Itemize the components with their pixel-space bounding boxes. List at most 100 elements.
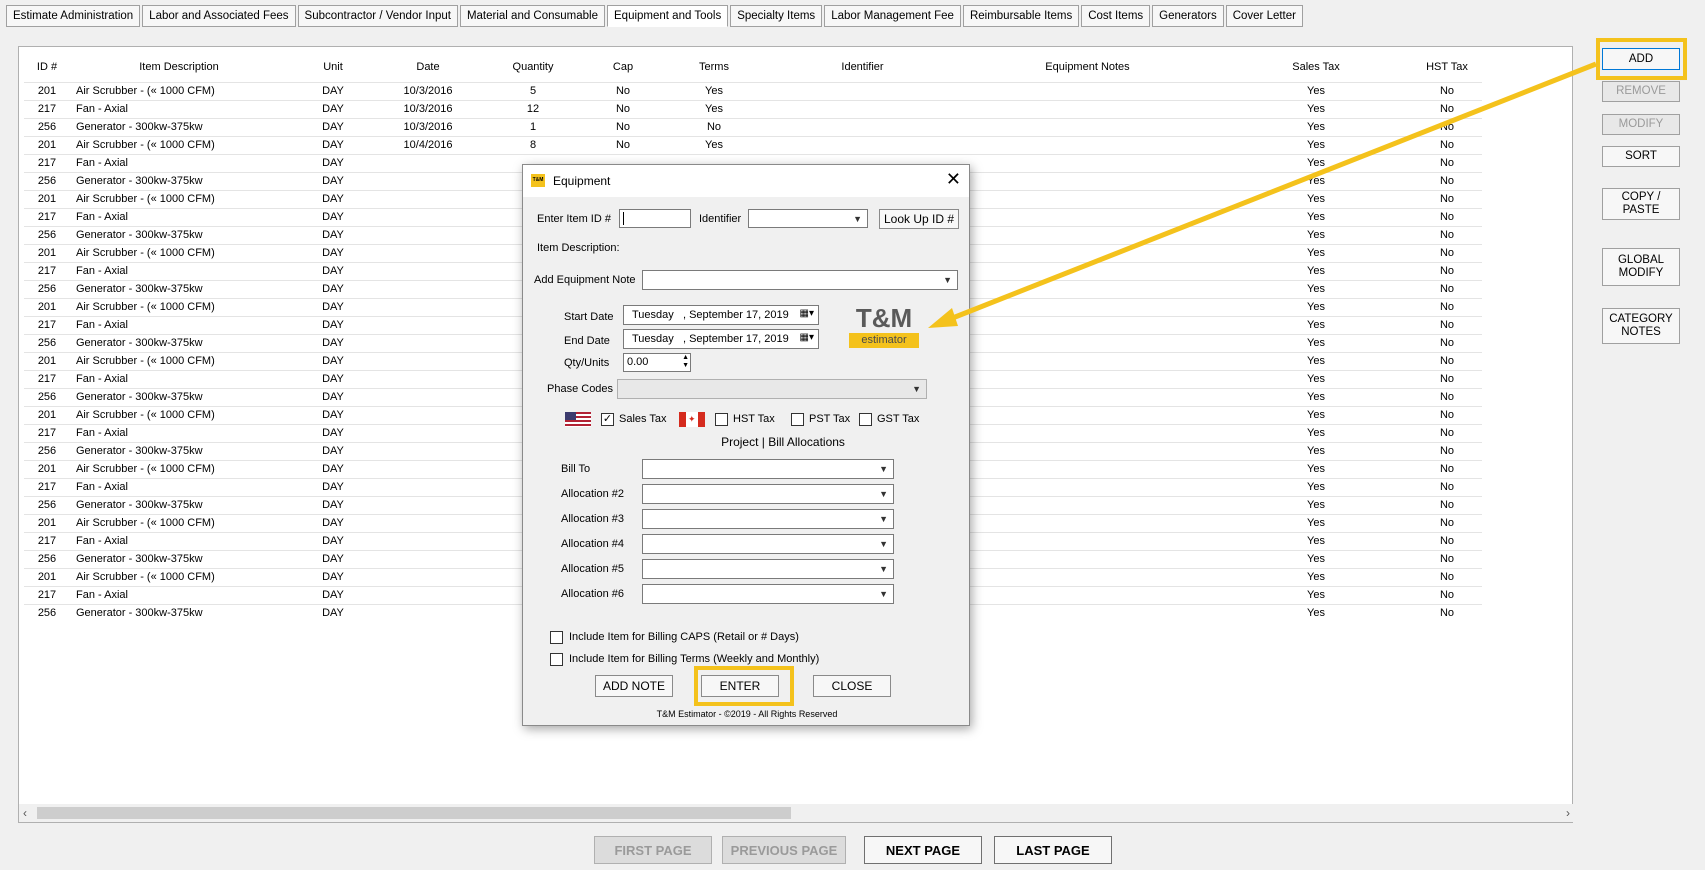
tab-specialty-items[interactable]: Specialty Items [730, 5, 823, 27]
look-up-button[interactable]: Look Up ID # [879, 209, 959, 229]
tab-material-and-consumable[interactable]: Material and Consumable [459, 5, 605, 27]
tab-subcontractor-vendor-input[interactable]: Subcontractor / Vendor Input [297, 5, 458, 27]
table-cell: Fan - Axial [70, 315, 288, 334]
remove-button[interactable]: REMOVE [1602, 81, 1680, 102]
table-cell: Yes [1220, 117, 1412, 136]
close-icon[interactable]: ✕ [946, 169, 961, 189]
table-cell: Generator - 300kw-375kw [70, 549, 288, 568]
table-cell: 217 [24, 585, 70, 604]
column-header[interactable]: Item Description [70, 52, 288, 82]
sales-tax-checkbox[interactable]: ✓ [601, 413, 614, 426]
add-note-button[interactable]: ADD NOTE [595, 675, 673, 697]
pst-tax-checkbox[interactable] [791, 413, 804, 426]
table-cell: 201 [24, 135, 70, 154]
table-cell [955, 315, 1220, 334]
allocation-label: Allocation #4 [561, 538, 624, 550]
column-header[interactable]: Unit [288, 52, 378, 82]
table-cell: 201 [24, 513, 70, 532]
table-row[interactable]: 201 Air Scrubber - (« 1000 CFM) DAY 10/4/20… [24, 135, 1482, 154]
table-cell: 201 [24, 81, 70, 100]
copy-paste-button[interactable]: COPY / PASTE [1602, 188, 1680, 220]
add-button[interactable]: ADD [1602, 48, 1680, 70]
next-page-button[interactable]: NEXT PAGE [864, 836, 982, 864]
column-header[interactable]: ID # [24, 52, 70, 82]
identifier-select[interactable]: ▼ [748, 209, 868, 228]
table-cell: No [588, 117, 658, 136]
horizontal-scrollbar[interactable]: ‹ › [19, 804, 1574, 822]
table-cell: Air Scrubber - (« 1000 CFM) [70, 513, 288, 532]
table-cell: DAY [288, 351, 378, 370]
scroll-right-icon[interactable]: › [1566, 806, 1570, 820]
table-cell [955, 171, 1220, 190]
close-button[interactable]: CLOSE [813, 675, 891, 697]
stepper-arrows-icon[interactable]: ▲ ▼ [682, 354, 689, 370]
table-cell [770, 81, 955, 100]
column-header[interactable]: Sales Tax [1220, 52, 1412, 82]
column-header[interactable]: Date [378, 52, 478, 82]
table-cell [378, 225, 478, 244]
qty-stepper[interactable]: 0.00 ▲ ▼ [623, 353, 691, 372]
allocation-select[interactable]: ▼ [642, 484, 894, 504]
sort-button[interactable]: SORT [1602, 146, 1680, 167]
previous-page-button[interactable]: PREVIOUS PAGE [722, 836, 846, 864]
column-header[interactable]: Terms [658, 52, 770, 82]
billing-terms-checkbox[interactable] [550, 653, 563, 666]
tab-estimate-administration[interactable]: Estimate Administration [6, 5, 141, 27]
allocation-select[interactable]: ▼ [642, 534, 894, 554]
table-cell: Air Scrubber - (« 1000 CFM) [70, 135, 288, 154]
allocation-select[interactable]: ▼ [642, 559, 894, 579]
table-cell: 256 [24, 279, 70, 298]
table-cell: DAY [288, 153, 378, 172]
table-cell [955, 369, 1220, 388]
billing-caps-checkbox[interactable] [550, 631, 563, 644]
table-cell: 256 [24, 603, 70, 622]
last-page-button[interactable]: LAST PAGE [994, 836, 1112, 864]
table-cell: Yes [1220, 603, 1412, 622]
table-cell [378, 405, 478, 424]
table-row[interactable]: 217 Fan - Axial DAY 10/3/2016 12 No Yes Yes No [24, 99, 1482, 118]
table-cell: DAY [288, 279, 378, 298]
table-row[interactable]: 256 Generator - 300kw-375kw DAY 10/3/2016 1 N… [24, 117, 1482, 136]
column-header[interactable]: HST Tax [1412, 52, 1482, 82]
scroll-thumb[interactable] [37, 807, 791, 819]
tab-equipment-and-tools[interactable]: Equipment and Tools [607, 5, 729, 27]
table-cell: No [1412, 81, 1482, 100]
equipment-note-select[interactable]: ▼ [642, 270, 958, 290]
tab-labor-management-fee[interactable]: Labor Management Fee [824, 5, 961, 27]
item-id-label: Enter Item ID # [537, 213, 611, 225]
column-header[interactable]: Equipment Notes [955, 52, 1220, 82]
end-date-picker[interactable]: Tuesday , September 17, 2019 ▦▾ [623, 329, 819, 349]
phase-codes-select[interactable]: ▼ [617, 379, 927, 399]
gst-tax-checkbox[interactable] [859, 413, 872, 426]
tab-labor-and-associated-fees[interactable]: Labor and Associated Fees [142, 5, 296, 27]
column-header[interactable]: Cap [588, 52, 658, 82]
enter-button[interactable]: ENTER [701, 675, 779, 697]
table-cell: No [588, 135, 658, 154]
first-page-button[interactable]: FIRST PAGE [594, 836, 712, 864]
column-header[interactable]: Identifier [770, 52, 955, 82]
allocation-select[interactable]: ▼ [642, 509, 894, 529]
tab-generators[interactable]: Generators [1152, 5, 1224, 27]
modify-button[interactable]: MODIFY [1602, 114, 1680, 135]
table-row[interactable]: 201 Air Scrubber - (« 1000 CFM) DAY 10/3/20… [24, 81, 1482, 100]
start-date-picker[interactable]: Tuesday , September 17, 2019 ▦▾ [623, 305, 819, 325]
chevron-down-icon: ▼ [879, 539, 888, 549]
scroll-left-icon[interactable]: ‹ [23, 806, 27, 820]
allocation-select[interactable]: ▼ [642, 584, 894, 604]
item-id-input[interactable] [619, 209, 691, 228]
table-cell: No [1412, 153, 1482, 172]
calendar-icon[interactable]: ▦▾ [800, 308, 814, 319]
hst-tax-checkbox[interactable] [715, 413, 728, 426]
tab-reimbursable-items[interactable]: Reimbursable Items [962, 5, 1080, 27]
category-notes-button[interactable]: CATEGORY NOTES [1602, 308, 1680, 344]
tab-cost-items[interactable]: Cost Items [1081, 5, 1151, 27]
table-cell: Air Scrubber - (« 1000 CFM) [70, 459, 288, 478]
table-cell: DAY [288, 189, 378, 208]
table-cell: 217 [24, 423, 70, 442]
column-header[interactable]: Quantity [478, 52, 588, 82]
tab-cover-letter[interactable]: Cover Letter [1225, 5, 1303, 27]
global-modify-button[interactable]: GLOBAL MODIFY [1602, 248, 1680, 286]
allocation-select[interactable]: ▼ [642, 459, 894, 479]
table-cell: DAY [288, 369, 378, 388]
calendar-icon[interactable]: ▦▾ [800, 332, 814, 343]
